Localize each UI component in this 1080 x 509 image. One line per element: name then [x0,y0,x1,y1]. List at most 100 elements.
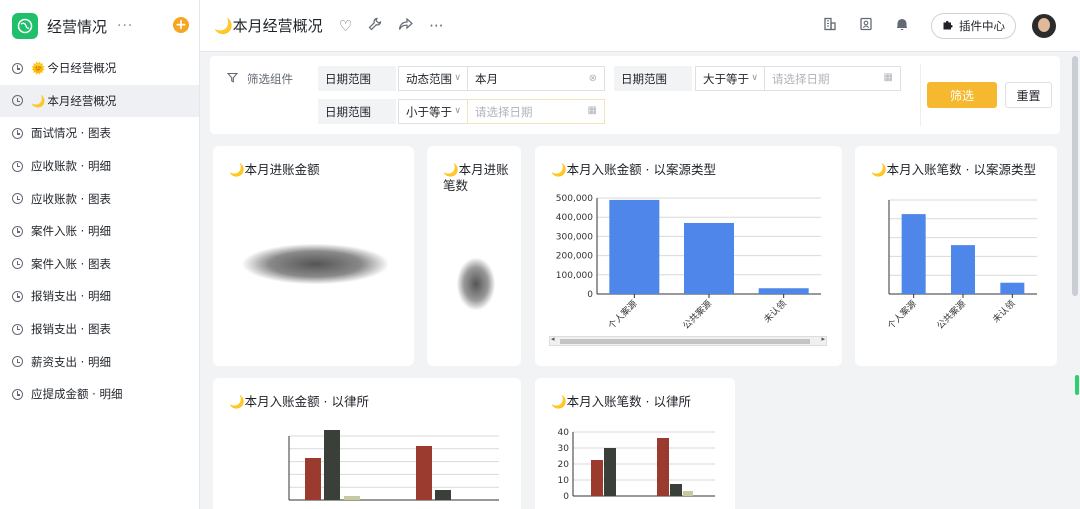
select-value: 小于等于 [406,104,452,119]
scroll-position-marker [1075,375,1079,395]
date-value-input[interactable]: 本月 ⊗ [467,66,605,91]
scroll-left-icon[interactable]: ◂ [551,335,555,343]
clock-icon [12,388,23,400]
plugin-center-label: 插件中心 [959,19,1005,33]
chart-bar [670,484,682,496]
chart-bar [683,491,693,496]
add-icon[interactable]: + [173,17,189,33]
sidebar-item-label: 报销支出 · 图表 [31,322,111,337]
count-by-source-chart: 个人案源 公共案源 未认领 [885,199,1037,332]
sidebar-item-interview-chart[interactable]: 面试情况 · 图表 [0,117,199,150]
clock-icon [12,193,23,205]
clock-icon [12,323,23,335]
page-vertical-scrollbar[interactable] [1071,56,1079,509]
plugin-center-button[interactable]: 插件中心 [931,13,1016,39]
x-tick-label: 个人案源 [606,298,640,332]
chart-bar [901,214,926,294]
scrollbar-thumb[interactable] [560,339,810,344]
sidebar-item-case-detail[interactable]: 案件入账 · 明细 [0,215,199,248]
sidebar-item-this-month[interactable]: 🌙 本月经营概况 [0,84,199,118]
y-tick-label: 30 [558,444,570,454]
date-range-field-label: 日期范围 [318,66,396,91]
card-title: 🌙本月进账笔数 [443,162,509,193]
sidebar-item-case-chart[interactable]: 案件入账 · 图表 [0,248,199,281]
sidebar-item-label: 今日经营概况 [47,61,117,76]
more-icon[interactable]: ··· [117,18,133,34]
sidebar-item-label: 应收账款 · 明细 [31,159,111,174]
clock-icon [12,62,23,74]
sidebar-item-salary-detail[interactable]: 薪资支出 · 明细 [0,345,199,378]
sidebar-item-commission-detail[interactable]: 应提成金额 · 明细 [0,378,199,411]
building-icon[interactable] [823,17,837,35]
x-tick-label: 公共案源 [934,298,968,332]
wrench-icon[interactable] [368,17,382,35]
share-icon[interactable] [398,17,414,35]
select-value: 动态范围 [406,71,452,86]
clock-icon [12,225,23,237]
sidebar-item-receivable-chart[interactable]: 应收账款 · 图表 [0,182,199,215]
amount-by-source-chart: 0 100,000 200,000 300,000 400,000 500,000 个人案源… [556,194,821,332]
gte-select[interactable]: 大于等于 ∨ [695,66,765,91]
sidebar-item-label: 案件入账 · 图表 [31,256,111,271]
end-date-input[interactable]: 请选择日期 ▦ [467,99,605,124]
heart-icon[interactable]: ♡ [339,17,352,35]
chart-bar [435,490,451,500]
avatar[interactable] [1032,14,1056,38]
sidebar: 经营情况 ··· + 🌞 今日经营概况 🌙 本月经营概况 面试情况 · 图表 应收账… [0,0,200,509]
app-logo[interactable] [12,13,38,39]
sidebar-item-label: 应收账款 · 图表 [31,191,111,206]
x-tick-label: 未认领 [761,298,789,326]
start-date-input[interactable]: 请选择日期 ▦ [764,66,901,91]
sidebar-item-expense-chart[interactable]: 报销支出 · 图表 [0,313,199,346]
y-tick-label: 40 [558,428,570,438]
input-value: 本月 [475,71,498,86]
chevron-down-icon: ∨ [454,106,461,116]
y-tick-label: 0 [587,290,593,300]
chart-bar [1000,282,1025,294]
chart-horizontal-scrollbar[interactable]: ◂ ▸ [549,335,827,346]
reset-button[interactable]: 重置 [1005,82,1052,108]
chart-bar [684,222,734,294]
count-by-source-card: 🌙本月入账笔数 · 以案源类型 个人案源 公共案源 未认领 [855,146,1057,366]
chart-bar [609,199,660,294]
select-value: 大于等于 [703,71,749,86]
date-range-field-label-2: 日期范围 [614,66,692,91]
y-tick-label: 100,000 [556,271,593,281]
input-placeholder: 请选择日期 [772,71,830,86]
contacts-icon[interactable] [859,17,873,35]
clock-icon [12,258,23,270]
lte-select[interactable]: 小于等于 ∨ [398,99,468,124]
filter-panel: 筛选组件 日期范围 动态范围 ∨ 本月 ⊗ 日期范围 大于等于 ∨ 请选择日期 ▦ 日期… [210,56,1060,134]
sidebar-item-receivable-detail[interactable]: 应收账款 · 明细 [0,150,199,183]
y-tick-label: 300,000 [556,232,593,242]
scrollbar-thumb[interactable] [1072,56,1078,296]
y-tick-label: 10 [558,476,570,486]
chart-bar [305,458,321,500]
top-bar-right: 插件中心 [823,0,1080,52]
filter-divider [920,64,921,126]
clock-icon [12,160,23,172]
amount-by-firm-chart [288,430,499,501]
filter-icon [226,72,239,86]
sidebar-item-label: 本月经营概况 [47,93,117,108]
sidebar-item-expense-detail[interactable]: 报销支出 · 明细 [0,280,199,313]
chart-bar [604,448,616,496]
chart-bar [951,245,975,294]
input-placeholder: 请选择日期 [475,104,533,119]
filter-button[interactable]: 筛选 [927,82,997,108]
dynamic-range-select[interactable]: 动态范围 ∨ [398,66,468,91]
app-title: 经营情况 [47,17,108,36]
y-tick-label: 20 [558,460,570,470]
more-icon[interactable]: ··· [429,17,443,35]
bell-icon[interactable] [895,17,909,35]
clear-icon[interactable]: ⊗ [589,73,597,84]
sidebar-item-today[interactable]: 🌞 今日经营概况 [0,52,199,85]
page-title: 🌙本月经营概况 [214,17,323,35]
sidebar-item-label: 面试情况 · 图表 [31,126,111,141]
sidebar-header: 经营情况 ··· [0,0,199,52]
chart-bar [324,430,340,500]
sidebar-item-label: 薪资支出 · 明细 [31,354,111,369]
scroll-right-icon[interactable]: ▸ [821,335,825,343]
clock-icon [12,356,23,368]
chevron-down-icon: ∨ [751,73,758,83]
